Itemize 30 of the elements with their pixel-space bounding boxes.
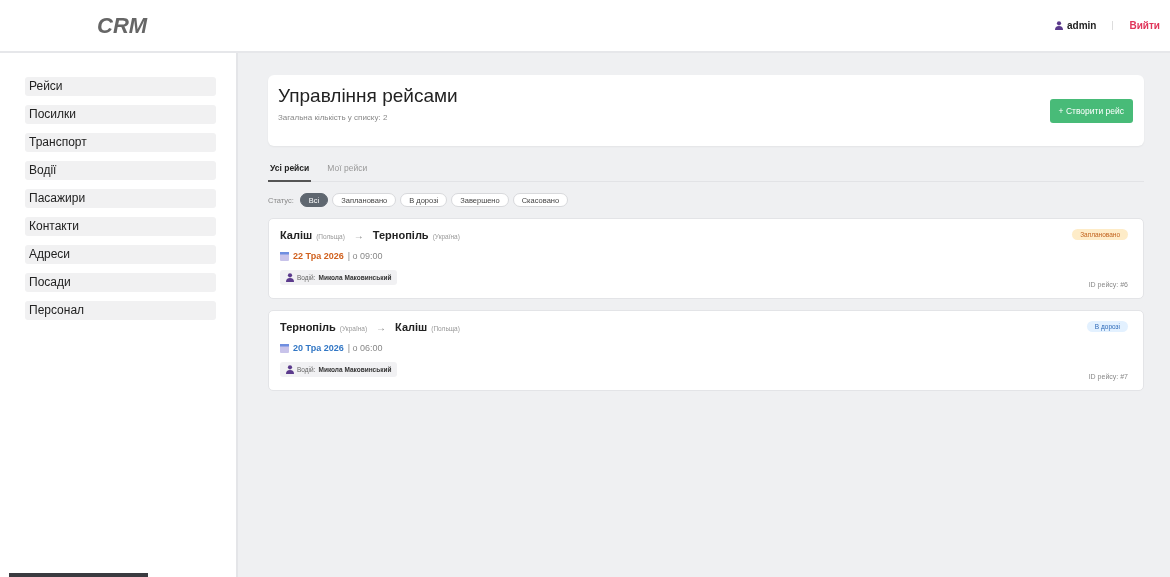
sidebar-item[interactable]: Пасажири	[25, 189, 216, 208]
user-icon	[286, 273, 294, 282]
tab[interactable]: Усі рейси	[268, 160, 312, 182]
sidebar-item[interactable]: Адреси	[25, 245, 216, 264]
sidebar-item[interactable]: Контакти	[25, 217, 216, 236]
user-icon	[286, 365, 294, 374]
trip-time: | о 06:00	[347, 343, 383, 353]
sidebar-item[interactable]: Транспорт	[25, 133, 216, 152]
calendar-icon	[280, 343, 289, 353]
total-count: Загальна кількість у списку: 2	[278, 113, 389, 122]
route-arrow: →	[353, 230, 364, 241]
origin-city: Каліш	[280, 229, 313, 241]
sidebar-item[interactable]: Рейси	[25, 77, 216, 96]
user-name: admin	[1067, 20, 1097, 31]
trip-time: | о 09:00	[347, 251, 383, 261]
sidebar-item[interactable]: Посилки	[25, 105, 216, 124]
sidebar-item[interactable]: Персонал	[25, 301, 216, 320]
user-icon	[1055, 21, 1063, 30]
sidebar-item[interactable]: Водії	[25, 161, 216, 180]
logout-link[interactable]: Вийти	[1129, 20, 1160, 31]
sidebar-item[interactable]: Посади	[25, 273, 216, 292]
destination-city: Тернопіль	[372, 229, 429, 241]
page-title: Управління рейсами	[278, 85, 458, 107]
route-arrow: →	[376, 322, 387, 333]
origin-city: Тернопіль	[280, 321, 336, 333]
trip-date: 20 Тра 2026	[293, 343, 344, 353]
calendar-icon	[280, 251, 289, 261]
destination-city: Каліш	[395, 321, 428, 333]
trip-date: 22 Тра 2026	[293, 251, 344, 261]
logo: CRM	[97, 12, 148, 39]
